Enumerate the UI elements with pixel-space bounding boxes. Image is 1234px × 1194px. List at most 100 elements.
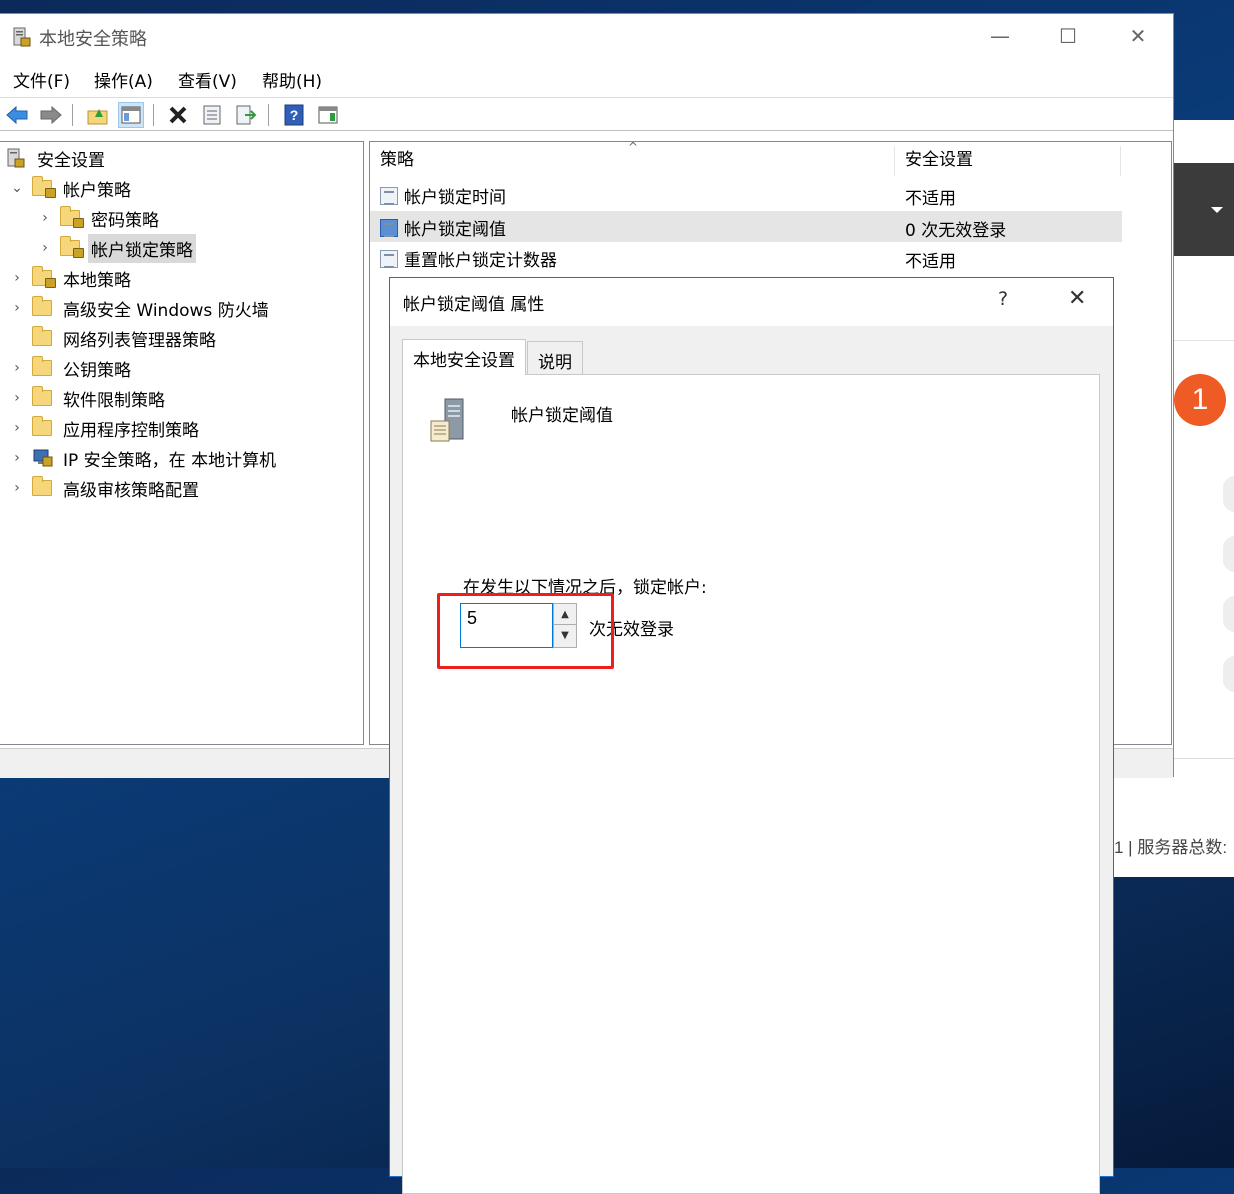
policy-icon [380,218,398,237]
chevron-right-icon[interactable]: › [8,450,26,466]
background-pill [1223,476,1234,512]
step-badge: 1 [1174,374,1226,426]
tab-panel: 帐户锁定阈值 在发生以下情况之后，锁定帐户: 5 ▲ ▼ 次无效登录 [402,374,1100,1194]
background-dark-header [1174,163,1234,256]
show-hide-tree-icon[interactable] [118,102,144,128]
background-divider [1174,758,1234,759]
lock-folder-icon [32,266,56,288]
tree-item-account-lockout-policy[interactable]: › 帐户锁定策略 [36,233,196,263]
chevron-right-icon[interactable]: › [8,360,26,376]
minimize-button[interactable]: — [966,14,1034,59]
properties-dialog: 帐户锁定阈值 属性 ? ✕ 本地安全设置 说明 帐户锁定阈值 在发生以下情况之后… [389,277,1114,1194]
lock-folder-icon [60,206,84,228]
help-button[interactable]: ? [998,288,1008,310]
policy-setting: 0 次无效登录 [905,221,1007,241]
folder-icon [32,296,52,316]
policy-icon [380,249,398,268]
toolbar-separator [268,104,269,126]
policy-name: 重置帐户锁定计数器 [404,251,557,271]
tree-root[interactable]: 安全设置 [6,144,108,172]
folder-icon [32,476,52,496]
tree-item-local-policy[interactable]: › 本地策略 [8,264,134,292]
dialog-close-button[interactable]: ✕ [1068,286,1086,311]
tree-item-advanced-audit[interactable]: › 高级审核策略配置 [8,474,202,502]
menu-help[interactable]: 帮助(H) [262,67,322,92]
background-pill [1223,656,1234,692]
folder-icon [32,386,52,406]
chevron-down-icon[interactable]: ⌄ [8,180,26,196]
background-footer [1114,777,1234,877]
tree-item-label: 帐户策略 [63,180,131,201]
tree-item-label: 公钥策略 [63,360,131,381]
chevron-right-icon[interactable]: › [8,270,26,286]
server-count-text: 1 | 服务器总数: [1114,838,1228,857]
lock-folder-icon [60,236,84,258]
up-folder-icon[interactable] [85,102,111,128]
policy-row[interactable]: 帐户锁定时间 不适用 [370,179,1122,210]
chevron-right-icon[interactable]: › [8,300,26,316]
security-settings-icon [7,148,25,168]
lock-folder-icon [32,176,56,198]
tree-item-public-key[interactable]: › 公钥策略 [8,354,134,382]
folder-icon [32,356,52,376]
back-icon[interactable] [4,102,30,128]
toolbar-separator [72,104,73,126]
tree-item-app-control[interactable]: › 应用程序控制策略 [8,414,202,442]
title-bar[interactable]: 本地安全策略 — ☐ ✕ [0,14,1173,59]
toolbar-separator [153,104,154,126]
maximize-button[interactable]: ☐ [1034,14,1102,59]
tree-item-label: 软件限制策略 [63,390,165,411]
policy-name: 帐户锁定时间 [404,188,506,208]
chevron-right-icon[interactable]: › [8,420,26,436]
column-separator[interactable] [1120,146,1121,176]
policy-setting: 不适用 [905,189,956,209]
tree-item-label: 帐户锁定策略 [88,233,196,263]
policy-icon [380,186,398,205]
forward-icon[interactable] [38,102,64,128]
dropdown-caret-icon[interactable] [1211,207,1223,213]
tab-local-security-setting[interactable]: 本地安全设置 [402,339,526,375]
tree-item-label: 高级审核策略配置 [63,480,199,501]
tree-item-label: 网络列表管理器策略 [63,330,216,351]
policy-title: 帐户锁定阈值 [511,406,613,426]
menu-file[interactable]: 文件(F) [13,67,70,92]
column-header-policy[interactable]: 策略 [370,142,414,178]
show-action-pane-icon[interactable] [315,102,341,128]
tree-root-label: 安全设置 [37,150,105,171]
tree-item-password-policy[interactable]: › 密码策略 [36,204,162,232]
delete-icon[interactable] [165,102,191,128]
tree-item-account-policy[interactable]: ⌄ 帐户策略 [8,174,134,202]
sort-up-icon: ^ [628,140,639,154]
tree-item-network-list[interactable]: 网络列表管理器策略 [8,324,219,352]
close-button[interactable]: ✕ [1104,14,1172,59]
column-header-setting[interactable]: 安全设置 [895,142,973,178]
tree-item-label: 应用程序控制策略 [63,420,199,441]
svg-text:?: ? [290,107,299,123]
chevron-right-icon[interactable]: › [8,480,26,496]
export-icon[interactable] [233,102,259,128]
tree-item-label: 密码策略 [91,210,159,231]
background-divider [1174,340,1234,341]
chevron-right-icon[interactable]: › [36,210,54,226]
tree-item-ip-security[interactable]: › IP 安全策略，在 本地计算机 [8,444,279,472]
menu-action[interactable]: 操作(A) [94,67,153,92]
tree-item-label: 高级安全 Windows 防火墙 [63,300,269,321]
dialog-title-bar[interactable]: 帐户锁定阈值 属性 ? ✕ [390,278,1113,326]
policy-row[interactable]: 重置帐户锁定计数器 不适用 [370,242,1122,273]
tree-item-firewall[interactable]: › 高级安全 Windows 防火墙 [8,294,272,322]
tree-item-label: 本地策略 [63,270,131,291]
tree-item-software-restriction[interactable]: › 软件限制策略 [8,384,168,412]
chevron-right-icon[interactable]: › [36,240,54,256]
menu-bar: 文件(F) 操作(A) 查看(V) 帮助(H) [0,62,1173,96]
ip-security-icon [33,449,53,467]
policy-row[interactable]: 帐户锁定阈值 0 次无效登录 [370,211,1122,242]
chevron-right-icon[interactable]: › [8,390,26,406]
annotation-highlight-box [437,593,614,669]
properties-icon[interactable] [199,102,225,128]
help-icon[interactable]: ? [281,102,307,128]
window-title: 本地安全策略 [39,29,147,50]
menu-view[interactable]: 查看(V) [178,67,237,92]
security-policy-icon [13,27,31,47]
tab-explain[interactable]: 说明 [527,341,583,375]
toolbar: ? [0,97,1173,131]
